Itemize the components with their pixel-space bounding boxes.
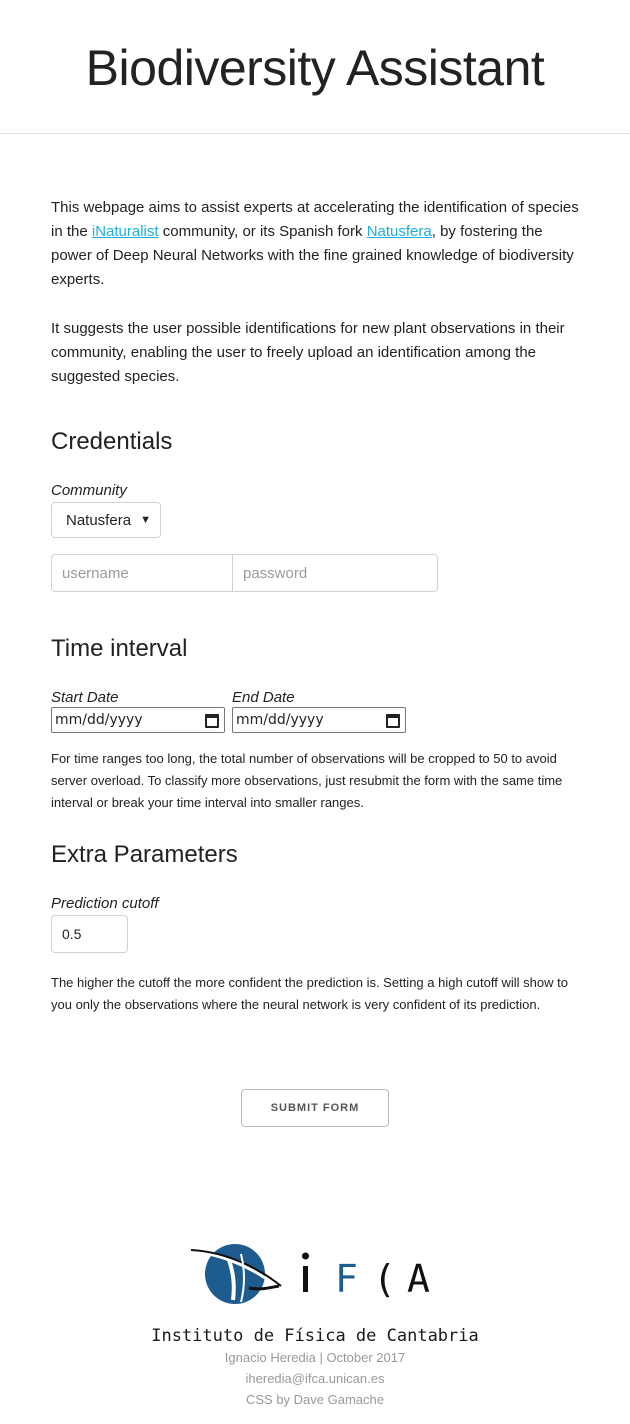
end-date-group: End Date mm/dd/yyyy [232, 689, 413, 733]
time-interval-note: For time ranges too long, the total numb… [51, 751, 563, 810]
chevron-down-icon: ▼ [140, 514, 151, 526]
start-date-input[interactable]: mm/dd/yyyy [51, 707, 225, 733]
community-select-value: Natusfera [66, 511, 132, 529]
community-select[interactable]: Natusfera ▼ [51, 502, 161, 538]
author-email[interactable]: iheredia@ifca.unican.es [0, 1368, 630, 1389]
credentials-heading: Credentials [51, 428, 173, 455]
extra-parameters-heading: Extra Parameters [51, 841, 238, 868]
submit-button[interactable]: SUBMIT FORM [241, 1089, 389, 1127]
prediction-cutoff-input[interactable]: 0.5 [51, 915, 128, 953]
logo-letter-f: F [335, 1257, 358, 1301]
author-credit: Ignacio Heredia | October 2017 [224, 1350, 406, 1365]
username-input[interactable]: username [51, 554, 233, 592]
start-date-value: mm/dd/yyyy [55, 712, 143, 728]
submit-wrap: SUBMIT FORM [51, 1089, 579, 1127]
footer: F ( A Instituto de Física de Cantabria I… [0, 1242, 630, 1410]
svg-text:A: A [407, 1257, 430, 1301]
intro: This webpage aims to assist experts at a… [51, 196, 579, 389]
intro-paragraph-2: It suggests the user possible identifica… [51, 320, 565, 385]
end-date-label: End Date [232, 689, 295, 706]
page-header: Biodiversity Assistant [0, 0, 630, 134]
prediction-cutoff-note: The higher the cutoff the more confident… [51, 975, 568, 1012]
svg-text:(: ( [373, 1257, 396, 1301]
start-date-label: Start Date [51, 689, 119, 706]
date-row: Start Date mm/dd/yyyy End Date mm/dd/yyy… [51, 689, 579, 733]
intro-paragraph-1: This webpage aims to assist experts at a… [51, 199, 579, 288]
css-credit: CSS by Dave Gamache [245, 1392, 384, 1407]
password-input[interactable]: password [232, 554, 438, 592]
end-date-input[interactable]: mm/dd/yyyy [232, 707, 406, 733]
community-label: Community [51, 482, 127, 499]
main-content: This webpage aims to assist experts at a… [0, 196, 630, 1127]
natusfera-link[interactable]: Natusfera [367, 223, 432, 240]
calendar-icon[interactable] [386, 713, 400, 728]
page-title: Biodiversity Assistant [85, 39, 545, 96]
calendar-icon[interactable] [205, 713, 219, 728]
start-date-group: Start Date mm/dd/yyyy [51, 689, 232, 733]
institute-name: Instituto de Física de Cantabria [151, 1326, 479, 1346]
prediction-cutoff-label: Prediction cutoff [51, 895, 159, 912]
time-interval-heading: Time interval [51, 635, 188, 662]
credentials-row: username password [51, 554, 579, 592]
ifca-logo: F ( A [190, 1244, 430, 1304]
end-date-value: mm/dd/yyyy [236, 712, 324, 728]
inaturalist-link[interactable]: iNaturalist [92, 223, 159, 240]
